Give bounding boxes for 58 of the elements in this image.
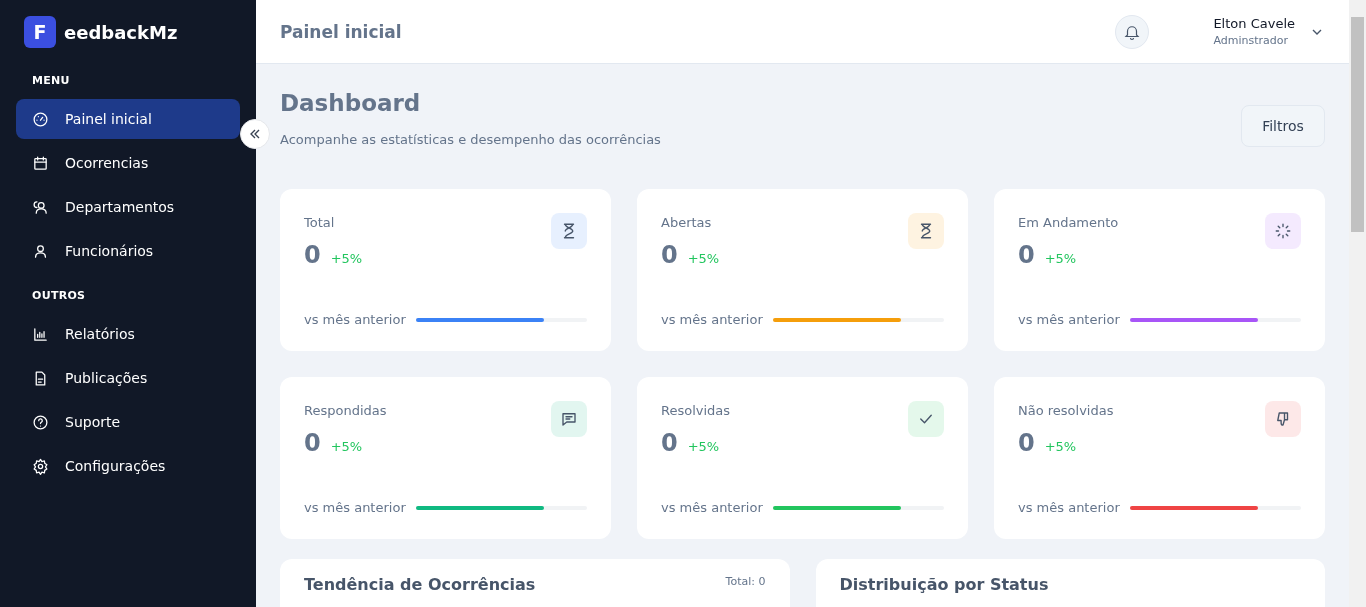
- logo-letter: F: [24, 16, 56, 48]
- message-icon: [560, 410, 578, 428]
- gear-icon: [32, 457, 49, 475]
- collapse-button[interactable]: [240, 119, 270, 149]
- nav-item[interactable]: Suporte: [16, 402, 240, 442]
- stat-value: 0: [304, 429, 321, 457]
- stat-value: 0: [304, 241, 321, 269]
- nav-item[interactable]: Configurações: [16, 446, 240, 486]
- loader-icon: [1274, 222, 1292, 240]
- nav-item[interactable]: Funcionários: [16, 231, 240, 271]
- user-role: Adminstrador: [1213, 34, 1289, 47]
- filters-button[interactable]: Filtros: [1241, 105, 1325, 147]
- stat-change: +5%: [687, 439, 720, 454]
- nav-item[interactable]: Relatórios: [16, 314, 240, 354]
- nav-item[interactable]: Painel inicial: [16, 99, 240, 139]
- dashboard-subtitle: Acompanhe as estatísticas e desempenho das ocorrências: [280, 132, 661, 147]
- comparison-caption: vs mês anterior: [304, 312, 406, 327]
- stat-change: +5%: [1044, 251, 1077, 266]
- dashboard-title: Dashboard: [280, 90, 422, 116]
- stat-change: +5%: [330, 251, 363, 266]
- stat-change: +5%: [687, 251, 720, 266]
- panel-title: Tendência de Ocorrências: [304, 575, 536, 594]
- stat-label: Em Andamento: [1018, 215, 1119, 230]
- stat-change: +5%: [1044, 439, 1077, 454]
- comparison-caption: vs mês anterior: [661, 312, 763, 327]
- nav-item[interactable]: Ocorrencias: [16, 143, 240, 183]
- comparison-caption: vs mês anterior: [661, 500, 763, 515]
- stat-value: 0: [661, 429, 678, 457]
- section-title: OUTROS: [31, 289, 87, 302]
- calendar-icon: [32, 154, 49, 172]
- stat-label: Abertas: [661, 215, 712, 230]
- brand-name: eedbackMz: [64, 21, 178, 43]
- help-icon: [32, 413, 49, 431]
- notifications-button[interactable]: [1115, 14, 1150, 49]
- section-title: MENU: [31, 74, 71, 87]
- comparison-caption: vs mês anterior: [304, 500, 406, 515]
- panel-title: Distribuição por Status: [839, 575, 1049, 594]
- stat-value: 0: [661, 241, 678, 269]
- user-name: Elton Cavele: [1213, 16, 1295, 31]
- panel-total: Total: 0: [725, 575, 766, 588]
- stat-label: Não resolvidas: [1018, 403, 1114, 418]
- users-icon: [32, 198, 49, 216]
- stat-change: +5%: [330, 439, 363, 454]
- stat-label: Total: [304, 215, 335, 230]
- user-menu[interactable]: Elton Cavele Adminstrador: [1213, 16, 1325, 47]
- user-icon: [32, 242, 49, 260]
- gauge-icon: [32, 110, 49, 128]
- stat-label: Resolvidas: [661, 403, 731, 418]
- comparison-caption: vs mês anterior: [1018, 500, 1120, 515]
- comparison-caption: vs mês anterior: [1018, 312, 1120, 327]
- nav-item[interactable]: Departamentos: [16, 187, 240, 227]
- stat-value: 0: [1018, 429, 1035, 457]
- page-heading: Painel inicial: [280, 21, 403, 42]
- stat-value: 0: [1018, 241, 1035, 269]
- scrollbar[interactable]: [1349, 0, 1366, 607]
- chart-icon: [32, 325, 49, 343]
- stat-label: Respondidas: [304, 403, 387, 418]
- nav-item[interactable]: Publicações: [16, 358, 240, 398]
